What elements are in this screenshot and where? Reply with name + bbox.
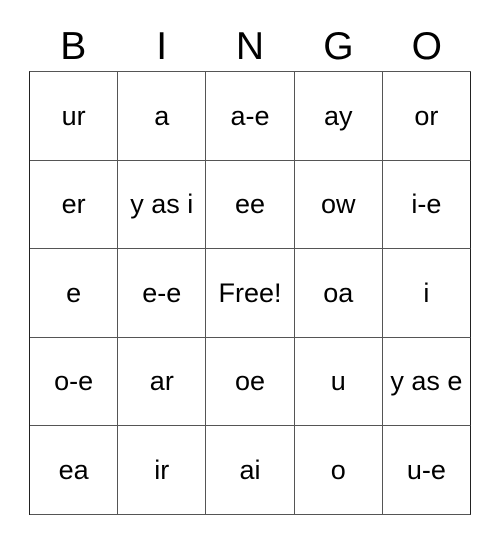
bingo-cell-label: i-e	[411, 189, 442, 220]
bingo-cell-i1[interactable]: a	[118, 72, 207, 161]
bingo-cell-label: a-e	[230, 100, 270, 131]
bingo-cell-o1[interactable]: or	[382, 72, 472, 161]
bingo-cell-b2[interactable]: er	[30, 160, 119, 250]
bingo-cell-g4[interactable]: u	[294, 337, 383, 427]
bingo-cell-label: o	[330, 455, 346, 486]
bingo-header-letter-g: G	[323, 25, 354, 68]
bingo-cell-label: y as e	[390, 366, 463, 397]
bingo-cell-label: oa	[323, 277, 354, 308]
bingo-cell-label: or	[414, 100, 439, 131]
bingo-cell-label: ow	[320, 189, 356, 220]
bingo-cell-g3[interactable]: oa	[294, 249, 383, 338]
bingo-cell-o2[interactable]: i-e	[382, 160, 472, 250]
bingo-cell-label: er	[61, 189, 86, 220]
bingo-cell-i2[interactable]: y as i	[118, 160, 207, 250]
bingo-cell-label: Free!	[218, 277, 282, 308]
bingo-cell-n2[interactable]: ee	[206, 160, 295, 250]
bingo-header-letter-n: N	[235, 25, 265, 68]
bingo-header-letter-i: I	[156, 25, 168, 68]
bingo-cell-n4[interactable]: oe	[206, 337, 295, 427]
bingo-cell-o4[interactable]: y as e	[382, 337, 472, 427]
bingo-row: o-e ar oe u y as e	[30, 337, 472, 427]
bingo-cell-i4[interactable]: ar	[118, 337, 207, 427]
bingo-cell-b3[interactable]: e	[30, 249, 119, 338]
bingo-cell-label: oe	[234, 366, 266, 397]
bingo-cell-label: u-e	[406, 455, 446, 486]
bingo-cell-free-space[interactable]: Free!	[206, 249, 295, 338]
bingo-header-letter-b: B	[60, 25, 87, 68]
bingo-cell-i5[interactable]: ir	[118, 426, 207, 515]
bingo-cell-n1[interactable]: a-e	[206, 72, 295, 161]
bingo-cell-label: a	[154, 100, 170, 131]
bingo-cell-label: ea	[58, 455, 89, 486]
bingo-cell-label: u	[330, 366, 346, 397]
bingo-cell-label: ur	[61, 100, 86, 131]
bingo-cell-label: e-e	[142, 277, 182, 308]
bingo-cell-b4[interactable]: o-e	[30, 337, 119, 427]
bingo-grid: ur a a-e ay or er y as i ee ow i-e e e-e…	[29, 71, 472, 515]
bingo-cell-label: ai	[239, 455, 261, 486]
bingo-cell-n5[interactable]: ai	[206, 426, 295, 515]
bingo-header-letter-o: O	[411, 25, 442, 68]
bingo-cell-i3[interactable]: e-e	[118, 249, 207, 338]
bingo-row: er y as i ee ow i-e	[30, 160, 472, 250]
bingo-row: e e-e Free! oa i	[30, 249, 472, 338]
bingo-cell-b1[interactable]: ur	[30, 72, 119, 161]
bingo-cell-label: e	[66, 277, 82, 308]
bingo-row: ea ir ai o u-e	[30, 426, 472, 515]
bingo-cell-o3[interactable]: i	[382, 249, 472, 338]
bingo-cell-g2[interactable]: ow	[294, 160, 383, 250]
bingo-header-row: B I N G O	[29, 22, 471, 71]
bingo-cell-o5[interactable]: u-e	[382, 426, 472, 515]
bingo-cell-g5[interactable]: o	[294, 426, 383, 515]
bingo-cell-label: ay	[323, 100, 353, 131]
bingo-cell-b5[interactable]: ea	[30, 426, 119, 515]
bingo-cell-g1[interactable]: ay	[294, 72, 383, 161]
bingo-cell-label: o-e	[54, 366, 94, 397]
bingo-cell-label: y as i	[130, 189, 194, 220]
bingo-card: B I N G O ur a a-e ay or er y as i ee ow…	[0, 0, 500, 544]
bingo-cell-label: ir	[154, 455, 170, 486]
bingo-cell-label: ee	[234, 189, 266, 220]
bingo-cell-label: i	[423, 277, 430, 308]
bingo-cell-label: ar	[149, 366, 174, 397]
bingo-row: ur a a-e ay or	[30, 72, 472, 161]
